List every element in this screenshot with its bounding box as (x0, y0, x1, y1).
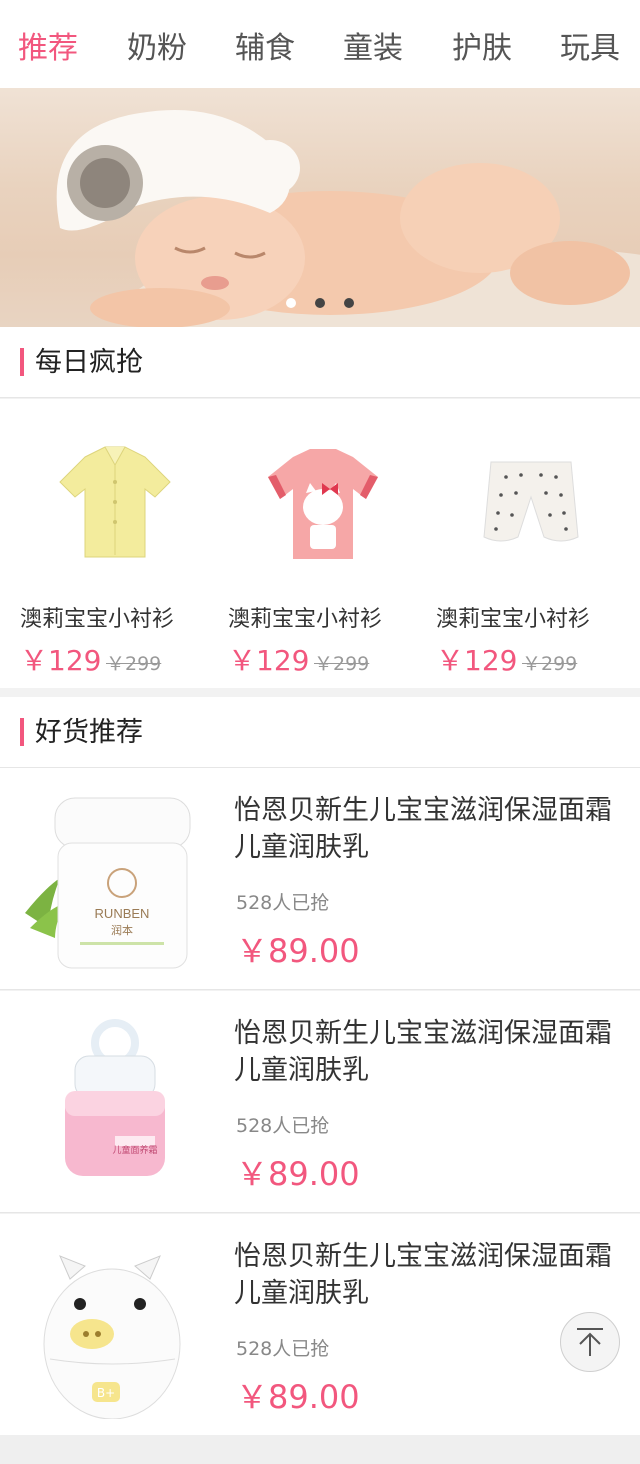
daily-deals-list: 澳莉宝宝小衬衫 ￥129 ￥299 澳莉宝宝小衬衫 ￥129 ￥299 澳莉宝宝… (0, 399, 640, 688)
tab-kids-clothing[interactable]: 童装 (343, 0, 403, 88)
carousel-dot-2[interactable] (315, 298, 325, 308)
badge-label: B+ (97, 1386, 115, 1400)
product-price: ￥89.00 (236, 932, 360, 970)
pink-cat-tee-image (268, 449, 378, 559)
brand-label: RUNBEN (95, 906, 150, 921)
deal-name: 澳莉宝宝小衬衫 (20, 607, 175, 632)
deal-price: ￥129 (228, 644, 310, 677)
back-to-top-button[interactable] (560, 1312, 620, 1372)
deal-original-price: ￥299 (106, 653, 162, 675)
arrow-up-icon (577, 1328, 603, 1356)
deal-original-price: ￥299 (314, 653, 370, 675)
deal-price: ￥129 (436, 644, 518, 677)
banner-carousel[interactable] (0, 88, 640, 327)
sold-count: 528人已抢 (236, 1115, 330, 1137)
carousel-indicators (286, 298, 354, 308)
recommend-header: 好货推荐 (0, 697, 640, 768)
product-title: 怡恩贝新生儿宝宝滋润保湿面霜儿童润肤乳 (234, 1018, 612, 1086)
sleeping-baby-image (56, 110, 640, 327)
deal-price: ￥129 (20, 644, 102, 677)
carousel-dot-1[interactable] (286, 298, 296, 308)
sold-count: 528人已抢 (236, 892, 330, 914)
yellow-shirt-image (59, 446, 171, 558)
product-label: 儿童面养霜 (112, 1144, 157, 1156)
pig-cream-jar-image: B+ (43, 1255, 181, 1419)
white-shorts-image (483, 461, 579, 542)
daily-deals-title: 每日疯抢 (35, 347, 143, 378)
product-title: 怡恩贝新生儿宝宝滋润保湿面霜儿童润肤乳 (234, 1241, 612, 1309)
tab-recommend[interactable]: 推荐 (18, 0, 78, 88)
pink-cream-jar-image: 儿童面养霜 (65, 1019, 165, 1176)
deal-original-price: ￥299 (522, 653, 578, 675)
daily-deals-header: 每日疯抢 (0, 327, 640, 398)
section-accent-bar (20, 718, 24, 746)
tab-skin-care[interactable]: 护肤 (452, 0, 512, 88)
deal-name: 澳莉宝宝小衬衫 (228, 607, 383, 632)
section-accent-bar (20, 348, 24, 376)
page-bottom (0, 1435, 640, 1464)
product-item[interactable]: 儿童面养霜 怡恩贝新生儿宝宝滋润保湿面霜儿童润肤乳 528人已抢 ￥89.00 (0, 991, 640, 1213)
sold-count: 528人已抢 (236, 1338, 330, 1360)
product-item[interactable]: RUNBEN 润本 怡恩贝新生儿宝宝滋润保湿面霜儿童润肤乳 528人已抢 ￥89… (0, 768, 640, 990)
tab-baby-food[interactable]: 辅食 (235, 0, 295, 88)
category-tabs: 推荐 奶粉 辅食 童装 护肤 玩具 (0, 0, 640, 88)
product-item[interactable]: B+ 怡恩贝新生儿宝宝滋润保湿面霜儿童润肤乳 528人已抢 ￥89.00 (0, 1214, 640, 1436)
tab-toys[interactable]: 玩具 (560, 0, 620, 88)
runben-cream-jar-image: RUNBEN 润本 (25, 797, 191, 969)
deal-item[interactable]: 澳莉宝宝小衬衫 ￥129 ￥299 (228, 399, 428, 688)
deal-name: 澳莉宝宝小衬衫 (436, 607, 591, 632)
deal-item[interactable]: 澳莉宝宝小衬衫 ￥129 ￥299 (20, 399, 220, 688)
deal-item[interactable]: 澳莉宝宝小衬衫 ￥129 ￥299 (436, 399, 636, 688)
tab-milk-powder[interactable]: 奶粉 (127, 0, 187, 88)
product-price: ￥89.00 (236, 1155, 360, 1193)
brand-cn-label: 润本 (111, 923, 133, 937)
product-title: 怡恩贝新生儿宝宝滋润保湿面霜儿童润肤乳 (234, 795, 612, 863)
recommend-title: 好货推荐 (35, 717, 143, 748)
carousel-dot-3[interactable] (344, 298, 354, 308)
product-price: ￥89.00 (236, 1378, 360, 1416)
